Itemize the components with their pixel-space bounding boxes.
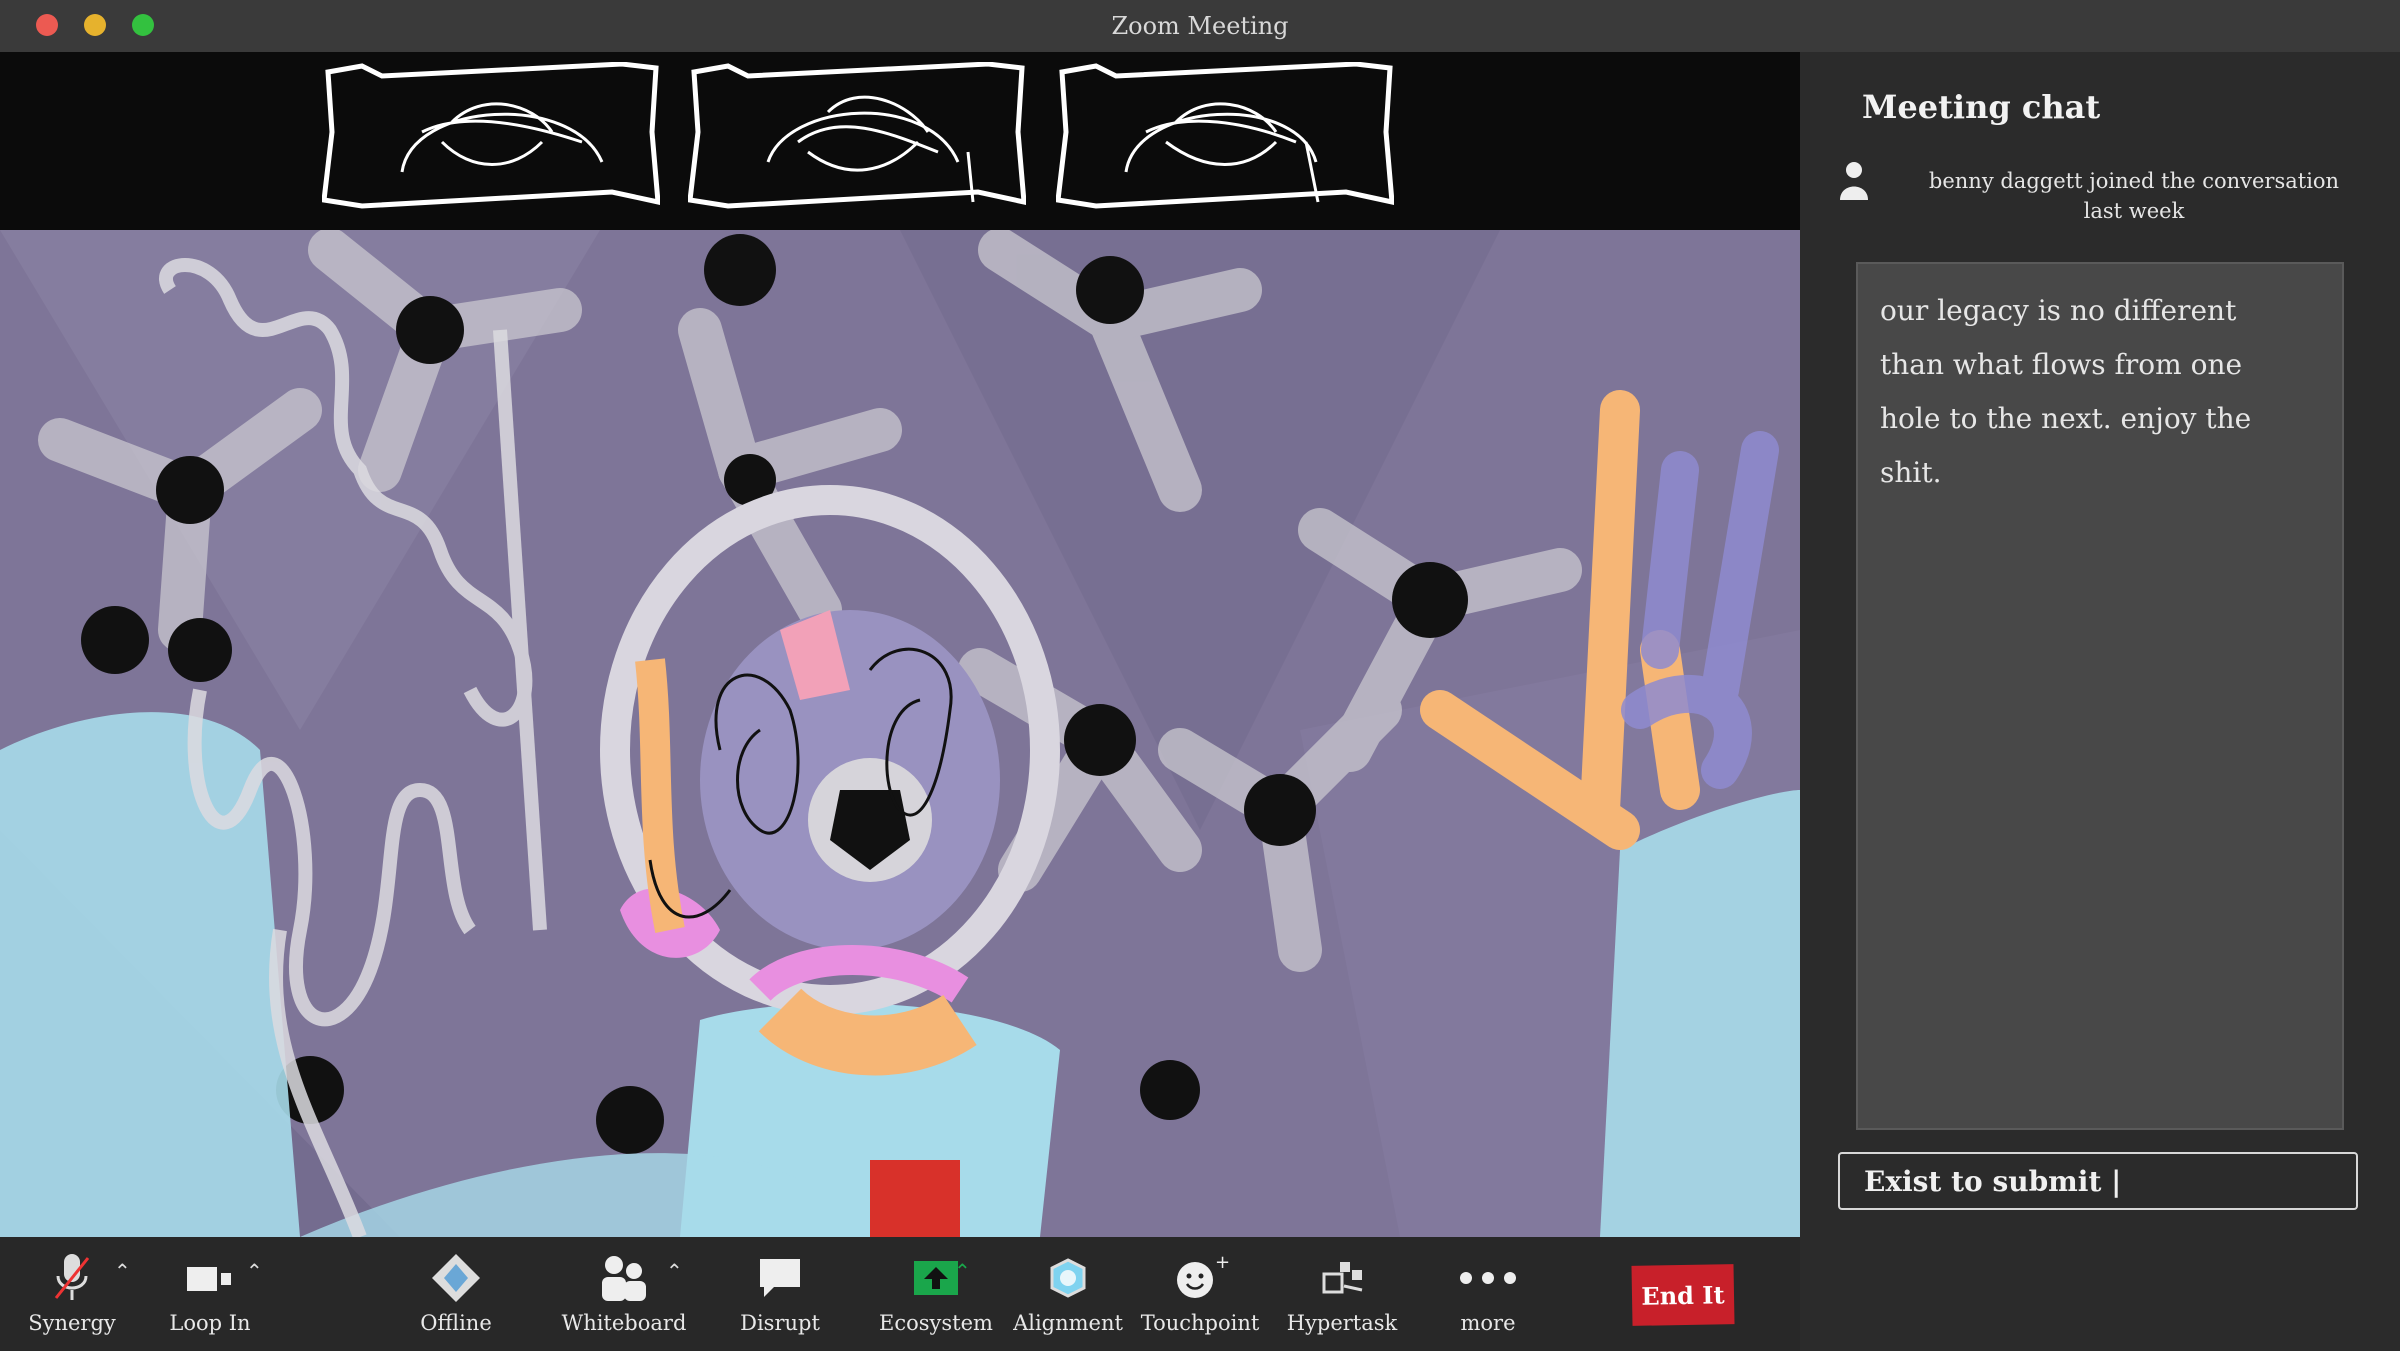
diamond-share-icon [386,1251,526,1305]
person-icon [1836,160,1872,204]
hypertask-button[interactable]: Hypertask [1272,1251,1412,1347]
video-area [0,52,1800,1237]
chat-message: our legacy is no different than what flo… [1856,262,2344,1130]
participant-thumbnail[interactable] [687,61,1027,210]
end-meeting-button[interactable]: End It [1631,1264,1735,1326]
ecosystem-button[interactable]: Ecosystem [866,1251,1006,1347]
join-line-2: last week [2083,199,2185,224]
chat-bubble-icon [710,1251,850,1305]
participant-thumbnail-strip [0,52,1800,230]
meeting-toolbar: Synergy ⌃ Loop In ⌃ Offline Whiteboard ⌃… [0,1237,1800,1351]
whiteboard-label: Whiteboard [561,1311,687,1335]
participant-thumbnail[interactable] [1055,61,1395,210]
window-title: Zoom Meeting [1111,12,1289,40]
chat-title: Meeting chat [1862,88,2101,126]
touchpoint-button[interactable]: + Touchpoint [1130,1251,1270,1347]
chat-message-text: our legacy is no different than what flo… [1880,284,2320,500]
message-line: hole to the next. enjoy the [1880,402,2252,435]
ecosystem-caret-icon[interactable]: ⌃ [954,1259,971,1283]
more-button[interactable]: more [1418,1251,1558,1347]
alignment-label: Alignment [1013,1311,1123,1335]
main-video-feed [0,230,1800,1237]
participant-thumbnail[interactable] [321,61,661,210]
offline-label: Offline [420,1311,492,1335]
disrupt-button[interactable]: Disrupt [710,1251,850,1347]
message-line: shit. [1880,456,1942,489]
whiteboard-caret-icon[interactable]: ⌃ [666,1259,683,1283]
ecosystem-label: Ecosystem [879,1311,993,1335]
record-icon [998,1251,1138,1305]
title-bar: Zoom Meeting [0,0,2400,52]
synergy-caret-icon[interactable]: ⌃ [114,1259,131,1283]
apps-icon [1272,1251,1412,1305]
more-dots-icon [1418,1251,1558,1305]
join-line-1: benny daggett joined the conversation [1928,169,2340,193]
chat-panel: Meeting chat benny daggett joined the co… [1800,52,2400,1351]
join-text: benny daggett joined the conversation la… [1894,166,2374,227]
disrupt-label: Disrupt [740,1311,820,1335]
loop-in-caret-icon[interactable]: ⌃ [246,1259,263,1283]
chat-input[interactable]: Exist to submit | [1838,1152,2358,1210]
reactions-icon: + [1130,1251,1270,1305]
offline-button[interactable]: Offline [386,1251,526,1347]
message-line: our legacy is no different [1880,294,2237,327]
synergy-label: Synergy [28,1311,116,1335]
alignment-button[interactable]: Alignment [998,1251,1138,1347]
svg-text:+: + [1215,1254,1229,1273]
message-line: than what flows from one [1880,348,2243,381]
loop-in-label: Loop In [169,1311,251,1335]
touchpoint-label: Touchpoint [1140,1311,1260,1335]
share-screen-icon [866,1251,1006,1305]
more-label: more [1460,1311,1516,1335]
hypertask-label: Hypertask [1286,1311,1398,1335]
